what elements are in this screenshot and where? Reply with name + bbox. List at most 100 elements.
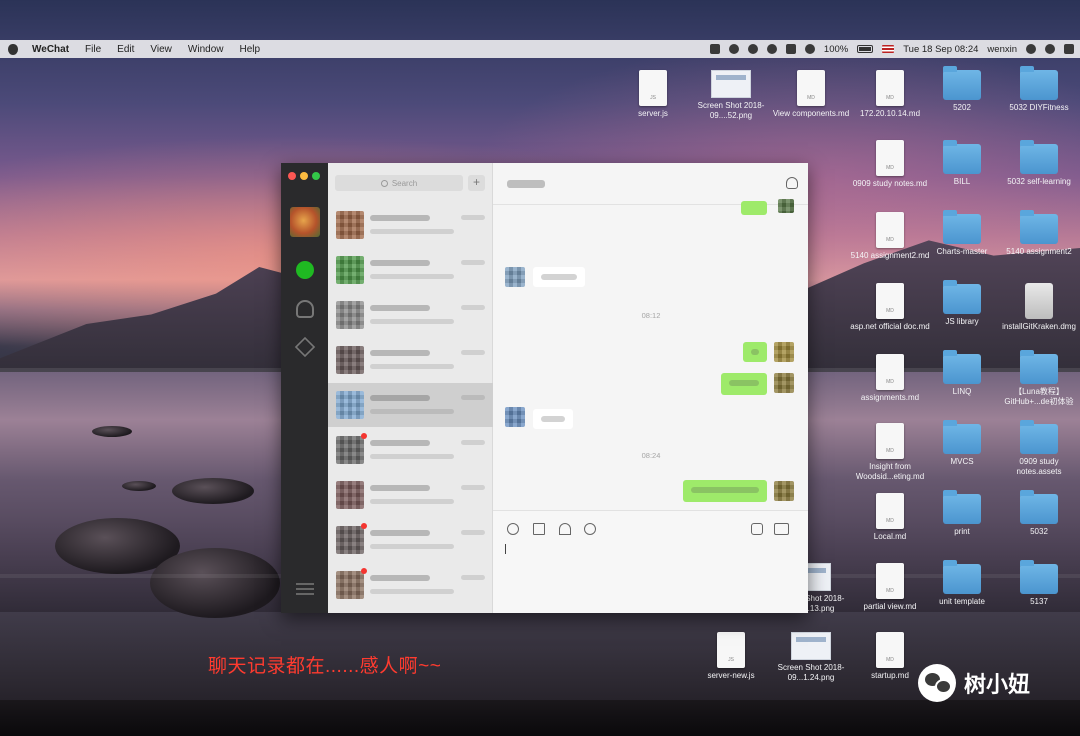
conversation-item[interactable]	[328, 518, 493, 562]
desktop-icon[interactable]: MVCS	[920, 420, 1004, 467]
message-bubble-outgoing[interactable]	[741, 201, 767, 215]
menu-file[interactable]: File	[77, 44, 109, 55]
message-avatar[interactable]	[778, 199, 794, 213]
desktop-icon[interactable]: BILL	[920, 140, 1004, 187]
desktop-icon[interactable]: 5137	[997, 560, 1080, 607]
desktop-icon[interactable]: MD View components.md	[769, 70, 853, 119]
wifi-icon[interactable]	[804, 44, 815, 54]
desktop-icon[interactable]: JS library	[920, 280, 1004, 327]
conversation-item[interactable]	[328, 203, 493, 247]
desktop-icon[interactable]: JS server.js	[611, 70, 695, 119]
desktop-icon[interactable]: 5032 self-learning	[997, 140, 1080, 187]
desktop-icon[interactable]: 5032 DIYFitness	[997, 66, 1080, 113]
user-avatar[interactable]	[290, 207, 320, 237]
conversation-item[interactable]	[328, 563, 493, 607]
notification-center-icon[interactable]	[1064, 44, 1074, 54]
message-bubble-incoming[interactable]	[533, 409, 573, 429]
unread-badge	[361, 433, 367, 439]
file-type-tag: MD	[886, 308, 894, 314]
disk-image-icon	[1025, 283, 1053, 319]
message-bubble-outgoing[interactable]	[683, 480, 767, 502]
search-input[interactable]: Search	[335, 175, 463, 191]
file-type-tag: MD	[886, 379, 894, 385]
conversation-item[interactable]	[328, 473, 493, 517]
file-type-tag: MD	[886, 165, 894, 171]
desktop-icon[interactable]: Screen Shot 2018-09....52.png	[689, 70, 773, 121]
tray-app-icon[interactable]	[709, 44, 720, 54]
menu-user[interactable]: wenxin	[987, 44, 1017, 55]
desktop-icon[interactable]: print	[920, 490, 1004, 537]
spotlight-search-icon[interactable]	[1026, 44, 1036, 54]
search-placeholder: Search	[391, 178, 418, 188]
conversation-name	[370, 215, 430, 221]
bluetooth-icon[interactable]	[785, 44, 796, 54]
input-source-flag-icon[interactable]	[882, 45, 895, 53]
conversation-item[interactable]	[328, 383, 493, 427]
menu-edit[interactable]: Edit	[109, 44, 142, 55]
message-avatar[interactable]	[505, 407, 525, 427]
message-avatar[interactable]	[505, 267, 525, 287]
desktop-icon[interactable]: Screen Shot 2018-09...1.24.png	[769, 632, 853, 683]
conversation-avatar	[336, 391, 364, 419]
desktop-icon[interactable]: 【Luna教程】GitHub+...de初体验	[997, 350, 1080, 407]
conversation-name	[370, 530, 430, 536]
conversation-item[interactable]	[328, 428, 493, 472]
document-file-icon: MD	[876, 493, 904, 529]
tray-mascot-icon[interactable]	[728, 44, 739, 54]
desktop-icon[interactable]: 0909 study notes.assets	[997, 420, 1080, 477]
document-file-icon: MD	[876, 283, 904, 319]
favorites-icon[interactable]	[294, 336, 316, 358]
desktop-icon-label: BILL	[953, 177, 971, 186]
chats-icon[interactable]	[296, 261, 314, 279]
apple-icon[interactable]	[8, 43, 18, 55]
voice-call-icon[interactable]	[751, 523, 763, 535]
video-call-icon[interactable]	[774, 523, 789, 535]
emoji-icon[interactable]	[507, 523, 519, 535]
siri-icon[interactable]	[1045, 44, 1055, 54]
desktop-icon[interactable]: installGitKraken.dmg	[997, 283, 1080, 332]
conversation-item[interactable]	[328, 248, 493, 292]
message-bubble-outgoing[interactable]	[743, 342, 767, 362]
menu-help[interactable]: Help	[231, 44, 268, 55]
message-bubble-outgoing[interactable]	[721, 373, 767, 395]
desktop-icon[interactable]: Charts-master	[920, 210, 1004, 257]
chat-history-icon[interactable]	[584, 523, 596, 535]
desktop-icon[interactable]: unit template	[920, 560, 1004, 607]
message-bubble-incoming[interactable]	[533, 267, 585, 287]
document-file-icon: JS	[639, 70, 667, 106]
menu-app-name[interactable]: WeChat	[24, 44, 77, 55]
message-composer[interactable]	[493, 510, 808, 613]
desktop-icon[interactable]: JS server-new.js	[689, 632, 773, 681]
screenshot-scissors-icon[interactable]	[559, 523, 571, 535]
desktop-icon[interactable]: 5032	[997, 490, 1080, 537]
menu-view[interactable]: View	[142, 44, 180, 55]
chat-info-icon[interactable]	[786, 177, 798, 189]
message-avatar[interactable]	[774, 342, 794, 362]
contacts-icon[interactable]	[296, 300, 314, 318]
folder-icon	[943, 420, 981, 454]
menu-window[interactable]: Window	[180, 44, 232, 55]
message-avatar[interactable]	[774, 373, 794, 393]
desktop-icon-label: 【Luna教程】GitHub+...de初体验	[1004, 387, 1074, 406]
desktop-icon[interactable]: 5202	[920, 66, 1004, 113]
add-chat-button[interactable]: +	[468, 175, 485, 191]
menu-clock[interactable]: Tue 18 Sep 08:24	[903, 44, 978, 55]
zoom-window-button[interactable]	[312, 172, 320, 180]
conversation-time	[461, 575, 485, 580]
conversation-item[interactable]	[328, 293, 493, 337]
message-avatar[interactable]	[774, 481, 794, 501]
conversation-item[interactable]	[328, 338, 493, 382]
desktop-icon-label: JS library	[945, 317, 979, 326]
more-menu-icon[interactable]	[296, 583, 314, 595]
tray-wechat-icon[interactable]	[747, 44, 758, 54]
conversation-preview	[370, 364, 454, 369]
minimize-window-button[interactable]	[300, 172, 308, 180]
document-file-icon: MD	[876, 563, 904, 599]
desktop-icon[interactable]: LINQ	[920, 350, 1004, 397]
file-icon[interactable]	[533, 523, 545, 535]
time-machine-icon[interactable]	[766, 44, 777, 54]
desktop-icon[interactable]: 5140 assignment2	[997, 210, 1080, 257]
battery-icon[interactable]	[857, 45, 874, 53]
wallpaper-rock	[92, 426, 132, 437]
close-window-button[interactable]	[288, 172, 296, 180]
